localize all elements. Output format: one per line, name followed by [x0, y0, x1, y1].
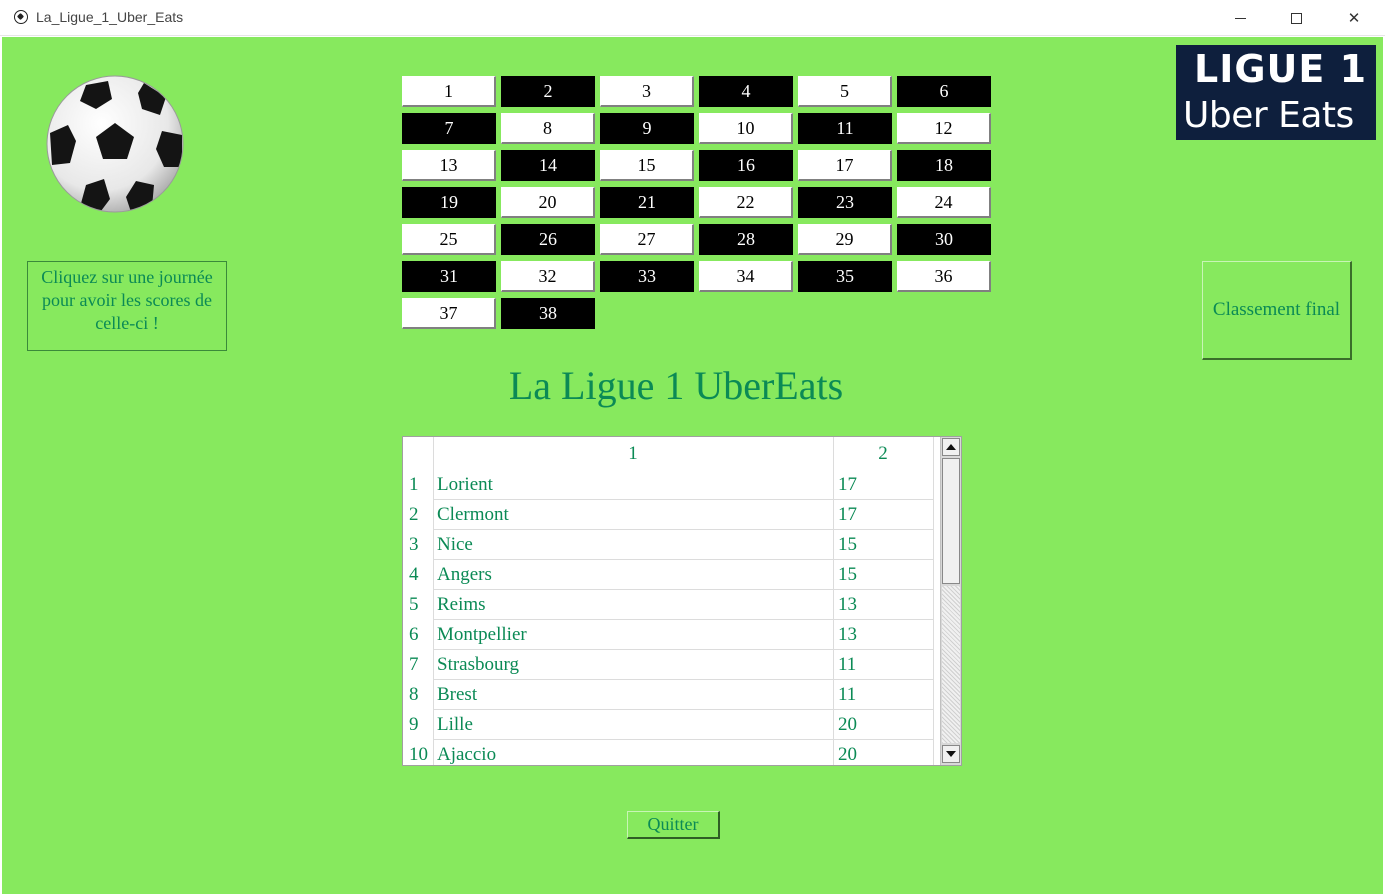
matchday-button-30[interactable]: 30 — [897, 224, 991, 255]
row-index: 3 — [409, 534, 419, 555]
column-divider — [433, 437, 434, 765]
row-index: 2 — [409, 504, 419, 525]
row-index: 7 — [409, 654, 419, 675]
matchday-button-2[interactable]: 2 — [501, 76, 595, 107]
page-title: La Ligue 1 UberEats — [508, 363, 844, 408]
matchday-button-36[interactable]: 36 — [897, 261, 991, 292]
matchday-button-33[interactable]: 33 — [600, 261, 694, 292]
matchday-button-3[interactable]: 3 — [600, 76, 694, 107]
matchday-button-29[interactable]: 29 — [798, 224, 892, 255]
scroll-thumb[interactable] — [942, 458, 960, 584]
matchday-button-34[interactable]: 34 — [699, 261, 793, 292]
arrow-up-icon — [946, 444, 956, 450]
team-name-cell: Strasbourg — [437, 654, 519, 675]
standings-table[interactable]: 1 2 1 Lorient 17 2 Clermont 17 3 Nice 15 4 Angers 1… — [402, 436, 962, 766]
team-name-cell: Montpellier — [437, 624, 527, 645]
logo-line-2: Uber Eats — [1183, 95, 1354, 136]
column-header: 1 — [628, 443, 638, 464]
soccer-ball-icon — [14, 10, 28, 24]
score-cell: 11 — [838, 654, 857, 675]
matchday-button-10[interactable]: 10 — [699, 113, 793, 144]
matchday-button-1[interactable]: 1 — [402, 76, 496, 107]
matchday-button-24[interactable]: 24 — [897, 187, 991, 218]
quit-button[interactable]: Quitter — [627, 811, 720, 839]
score-cell: 20 — [838, 714, 857, 735]
scroll-track[interactable] — [942, 586, 960, 743]
matchday-button-5[interactable]: 5 — [798, 76, 892, 107]
column-header: 2 — [878, 443, 888, 464]
minimize-icon — [1234, 17, 1246, 19]
team-name-cell: Reims — [437, 594, 486, 615]
row-index: 10 — [409, 744, 428, 765]
row-index: 4 — [409, 564, 419, 585]
matchday-button-8[interactable]: 8 — [501, 113, 595, 144]
close-button[interactable]: ✕ — [1331, 0, 1377, 36]
logo-line-1: LIGUE 1 — [1194, 47, 1368, 91]
score-cell: 13 — [838, 594, 857, 615]
matchday-button-18[interactable]: 18 — [897, 150, 991, 181]
score-cell: 17 — [838, 504, 857, 525]
row-index: 1 — [409, 474, 419, 495]
scroll-down-button[interactable] — [942, 745, 960, 763]
matchday-button-35[interactable]: 35 — [798, 261, 892, 292]
matchday-button-12[interactable]: 12 — [897, 113, 991, 144]
scroll-up-button[interactable] — [942, 438, 960, 456]
matchday-button-16[interactable]: 16 — [699, 150, 793, 181]
column-divider — [833, 437, 834, 765]
team-name-cell: Lille — [437, 714, 473, 735]
score-cell: 20 — [838, 744, 857, 765]
matchday-button-37[interactable]: 37 — [402, 298, 496, 329]
matchday-button-22[interactable]: 22 — [699, 187, 793, 218]
row-index: 8 — [409, 684, 419, 705]
matchday-button-31[interactable]: 31 — [402, 261, 496, 292]
close-icon: ✕ — [1347, 9, 1361, 27]
row-index: 5 — [409, 594, 419, 615]
matchday-button-19[interactable]: 19 — [402, 187, 496, 218]
soccer-ball-image — [46, 75, 184, 213]
matchday-button-11[interactable]: 11 — [798, 113, 892, 144]
row-index: 9 — [409, 714, 419, 735]
table-scrollbar[interactable] — [940, 437, 961, 765]
row-index: 6 — [409, 624, 419, 645]
team-name-cell: Clermont — [437, 504, 509, 525]
team-name-cell: Ajaccio — [437, 744, 497, 765]
matchday-button-4[interactable]: 4 — [699, 76, 793, 107]
team-name-cell: Angers — [437, 564, 492, 585]
instruction-box: Cliquez sur une journée pour avoir les s… — [27, 261, 227, 351]
matchday-button-9[interactable]: 9 — [600, 113, 694, 144]
score-cell: 17 — [838, 474, 857, 495]
score-cell: 11 — [838, 684, 857, 705]
matchday-button-7[interactable]: 7 — [402, 113, 496, 144]
maximize-button[interactable] — [1273, 0, 1319, 36]
matchday-button-20[interactable]: 20 — [501, 187, 595, 218]
matchday-button-27[interactable]: 27 — [600, 224, 694, 255]
team-name-cell: Lorient — [437, 474, 493, 495]
ligue1-ubereats-logo: LIGUE 1 Uber Eats — [1176, 45, 1376, 140]
matchday-button-32[interactable]: 32 — [501, 261, 595, 292]
window-title: La_Ligue_1_Uber_Eats — [36, 9, 184, 25]
title-bar: La_Ligue_1_Uber_Eats ✕ — [0, 0, 1385, 36]
matchday-button-17[interactable]: 17 — [798, 150, 892, 181]
final-ranking-button[interactable]: Classement final — [1202, 261, 1352, 360]
maximize-icon — [1290, 12, 1302, 24]
matchday-button-23[interactable]: 23 — [798, 187, 892, 218]
matchday-button-25[interactable]: 25 — [402, 224, 496, 255]
score-cell: 15 — [838, 564, 857, 585]
matchday-button-14[interactable]: 14 — [501, 150, 595, 181]
matchday-button-21[interactable]: 21 — [600, 187, 694, 218]
matchday-button-13[interactable]: 13 — [402, 150, 496, 181]
column-divider — [933, 437, 934, 765]
team-name-cell: Brest — [437, 684, 478, 705]
score-cell: 13 — [838, 624, 857, 645]
matchday-button-26[interactable]: 26 — [501, 224, 595, 255]
arrow-down-icon — [946, 751, 956, 757]
matchday-button-28[interactable]: 28 — [699, 224, 793, 255]
matchday-button-15[interactable]: 15 — [600, 150, 694, 181]
team-name-cell: Nice — [437, 534, 473, 555]
matchday-button-6[interactable]: 6 — [897, 76, 991, 107]
minimize-button[interactable] — [1217, 0, 1263, 36]
matchday-button-38[interactable]: 38 — [501, 298, 595, 329]
score-cell: 15 — [838, 534, 857, 555]
